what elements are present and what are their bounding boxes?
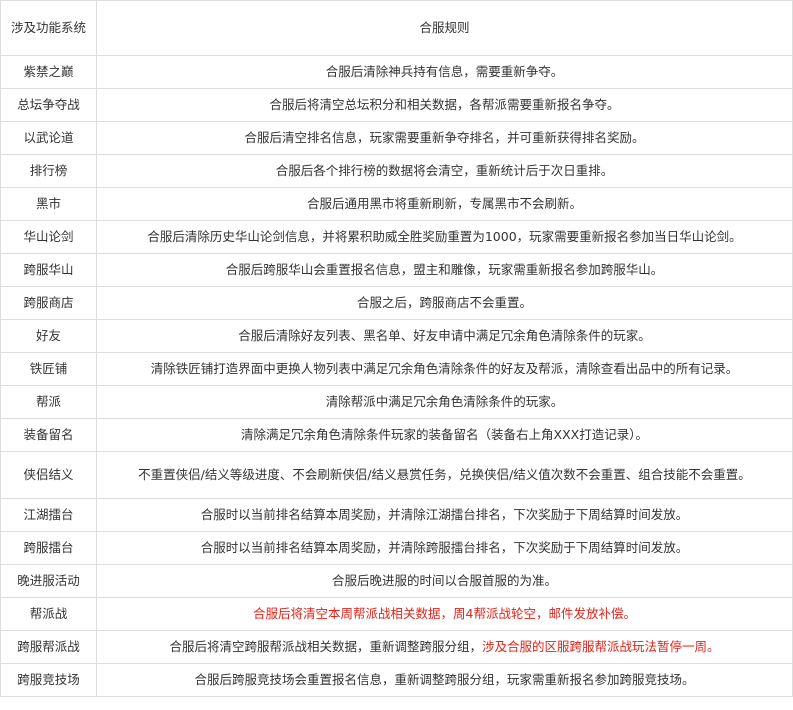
rule-cell: 合服后跨服竞技场会重置报名信息，重新调整跨服分组，玩家需重新报名参加跨服竞技场。 bbox=[96, 663, 793, 697]
table-row: 总坛争夺战 合服后将清空总坛积分和相关数据，各帮派需要重新报名争夺。 bbox=[0, 88, 793, 122]
table-row: 江湖擂台 合服时以当前排名结算本周奖励，并清除江湖擂台排名，下次奖励于下周结算时… bbox=[0, 498, 793, 532]
system-cell: 跨服擂台 bbox=[0, 531, 97, 565]
table-row: 以武论道 合服后清空排名信息，玩家需要重新争夺排名，并可重新获得排名奖励。 bbox=[0, 121, 793, 155]
system-cell: 以武论道 bbox=[0, 121, 97, 155]
system-cell: 铁匠铺 bbox=[0, 352, 97, 386]
system-cell: 总坛争夺战 bbox=[0, 88, 97, 122]
table-row: 好友 合服后清除好友列表、黑名单、好友申请中满足冗余角色清除条件的玩家。 bbox=[0, 319, 793, 353]
table-row: 跨服华山 合服后跨服华山会重置报名信息，盟主和雕像，玩家需重新报名参加跨服华山。 bbox=[0, 253, 793, 287]
table-row: 跨服竞技场 合服后跨服竞技场会重置报名信息，重新调整跨服分组，玩家需重新报名参加… bbox=[0, 663, 793, 697]
header-system: 涉及功能系统 bbox=[0, 0, 97, 56]
rule-cell: 合服后将清空跨服帮派战相关数据，重新调整跨服分组，涉及合服的区服跨服帮派战玩法暂… bbox=[96, 630, 793, 664]
rule-cell: 合服后将清空总坛积分和相关数据，各帮派需要重新报名争夺。 bbox=[96, 88, 793, 122]
merge-rules-table: 涉及功能系统 合服规则 紫禁之巅 合服后清除神兵持有信息，需要重新争夺。 总坛争… bbox=[0, 0, 793, 697]
system-cell: 跨服华山 bbox=[0, 253, 97, 287]
rule-cell: 合服后晚进服的时间以合服首服的为准。 bbox=[96, 564, 793, 598]
table-header-row: 涉及功能系统 合服规则 bbox=[0, 0, 793, 56]
system-cell: 帮派战 bbox=[0, 597, 97, 631]
system-cell: 江湖擂台 bbox=[0, 498, 97, 532]
system-cell: 华山论剑 bbox=[0, 220, 97, 254]
rule-cell: 清除满足冗余角色清除条件玩家的装备留名（装备右上角XXX打造记录）。 bbox=[96, 418, 793, 452]
table-row: 黑市 合服后通用黑市将重新刷新，专属黑市不会刷新。 bbox=[0, 187, 793, 221]
rule-cell: 合服后通用黑市将重新刷新，专属黑市不会刷新。 bbox=[96, 187, 793, 221]
table-row: 帮派战 合服后将清空本周帮派战相关数据，周4帮派战轮空，邮件发放补偿。 bbox=[0, 597, 793, 631]
system-cell: 黑市 bbox=[0, 187, 97, 221]
rule-cell: 清除铁匠铺打造界面中更换人物列表中满足冗余角色清除条件的好友及帮派，清除查看出品… bbox=[96, 352, 793, 386]
rule-text: 合服后将清空跨服帮派战相关数据，重新调整跨服分组， bbox=[169, 639, 482, 654]
rule-cell: 合服后清除神兵持有信息，需要重新争夺。 bbox=[96, 55, 793, 89]
rule-cell: 合服后跨服华山会重置报名信息，盟主和雕像，玩家需重新报名参加跨服华山。 bbox=[96, 253, 793, 287]
table-row: 跨服商店 合服之后，跨服商店不会重置。 bbox=[0, 286, 793, 320]
table-row: 帮派 清除帮派中满足冗余角色清除条件的玩家。 bbox=[0, 385, 793, 419]
table-row: 装备留名 清除满足冗余角色清除条件玩家的装备留名（装备右上角XXX打造记录）。 bbox=[0, 418, 793, 452]
rule-cell: 清除帮派中满足冗余角色清除条件的玩家。 bbox=[96, 385, 793, 419]
system-cell: 跨服帮派战 bbox=[0, 630, 97, 664]
system-cell: 跨服竞技场 bbox=[0, 663, 97, 697]
system-cell: 跨服商店 bbox=[0, 286, 97, 320]
rule-cell: 合服时以当前排名结算本周奖励，并清除跨服擂台排名，下次奖励于下周结算时间发放。 bbox=[96, 531, 793, 565]
rule-cell: 合服后清除好友列表、黑名单、好友申请中满足冗余角色清除条件的玩家。 bbox=[96, 319, 793, 353]
system-cell: 好友 bbox=[0, 319, 97, 353]
rule-cell: 合服之后，跨服商店不会重置。 bbox=[96, 286, 793, 320]
table-row: 华山论剑 合服后清除历史华山论剑信息，并将累积助威全胜奖励重置为1000，玩家需… bbox=[0, 220, 793, 254]
table-row: 紫禁之巅 合服后清除神兵持有信息，需要重新争夺。 bbox=[0, 55, 793, 89]
table-row: 晚进服活动 合服后晚进服的时间以合服首服的为准。 bbox=[0, 564, 793, 598]
header-rule: 合服规则 bbox=[96, 0, 793, 56]
system-cell: 晚进服活动 bbox=[0, 564, 97, 598]
system-cell: 装备留名 bbox=[0, 418, 97, 452]
table-row: 排行榜 合服后各个排行榜的数据将会清空，重新统计后于次日重排。 bbox=[0, 154, 793, 188]
table-row: 跨服帮派战 合服后将清空跨服帮派战相关数据，重新调整跨服分组，涉及合服的区服跨服… bbox=[0, 630, 793, 664]
system-cell: 排行榜 bbox=[0, 154, 97, 188]
system-cell: 帮派 bbox=[0, 385, 97, 419]
table-row: 铁匠铺 清除铁匠铺打造界面中更换人物列表中满足冗余角色清除条件的好友及帮派，清除… bbox=[0, 352, 793, 386]
table-row: 跨服擂台 合服时以当前排名结算本周奖励，并清除跨服擂台排名，下次奖励于下周结算时… bbox=[0, 531, 793, 565]
system-cell: 侠侣结义 bbox=[0, 451, 97, 499]
system-cell: 紫禁之巅 bbox=[0, 55, 97, 89]
table-row: 侠侣结义 不重置侠侣/结义等级进度、不会刷新侠侣/结义悬赏任务，兑换侠侣/结义值… bbox=[0, 451, 793, 499]
rule-cell: 合服后清空排名信息，玩家需要重新争夺排名，并可重新获得排名奖励。 bbox=[96, 121, 793, 155]
rule-cell: 不重置侠侣/结义等级进度、不会刷新侠侣/结义悬赏任务，兑换侠侣/结义值次数不会重… bbox=[96, 451, 793, 499]
rule-cell: 合服后清除历史华山论剑信息，并将累积助威全胜奖励重置为1000，玩家需要重新报名… bbox=[96, 220, 793, 254]
rule-cell: 合服时以当前排名结算本周奖励，并清除江湖擂台排名，下次奖励于下周结算时间发放。 bbox=[96, 498, 793, 532]
rule-cell-highlighted: 合服后将清空本周帮派战相关数据，周4帮派战轮空，邮件发放补偿。 bbox=[96, 597, 793, 631]
rule-highlight-text: 涉及合服的区服跨服帮派战玩法暂停一周。 bbox=[482, 639, 720, 654]
rule-cell: 合服后各个排行榜的数据将会清空，重新统计后于次日重排。 bbox=[96, 154, 793, 188]
